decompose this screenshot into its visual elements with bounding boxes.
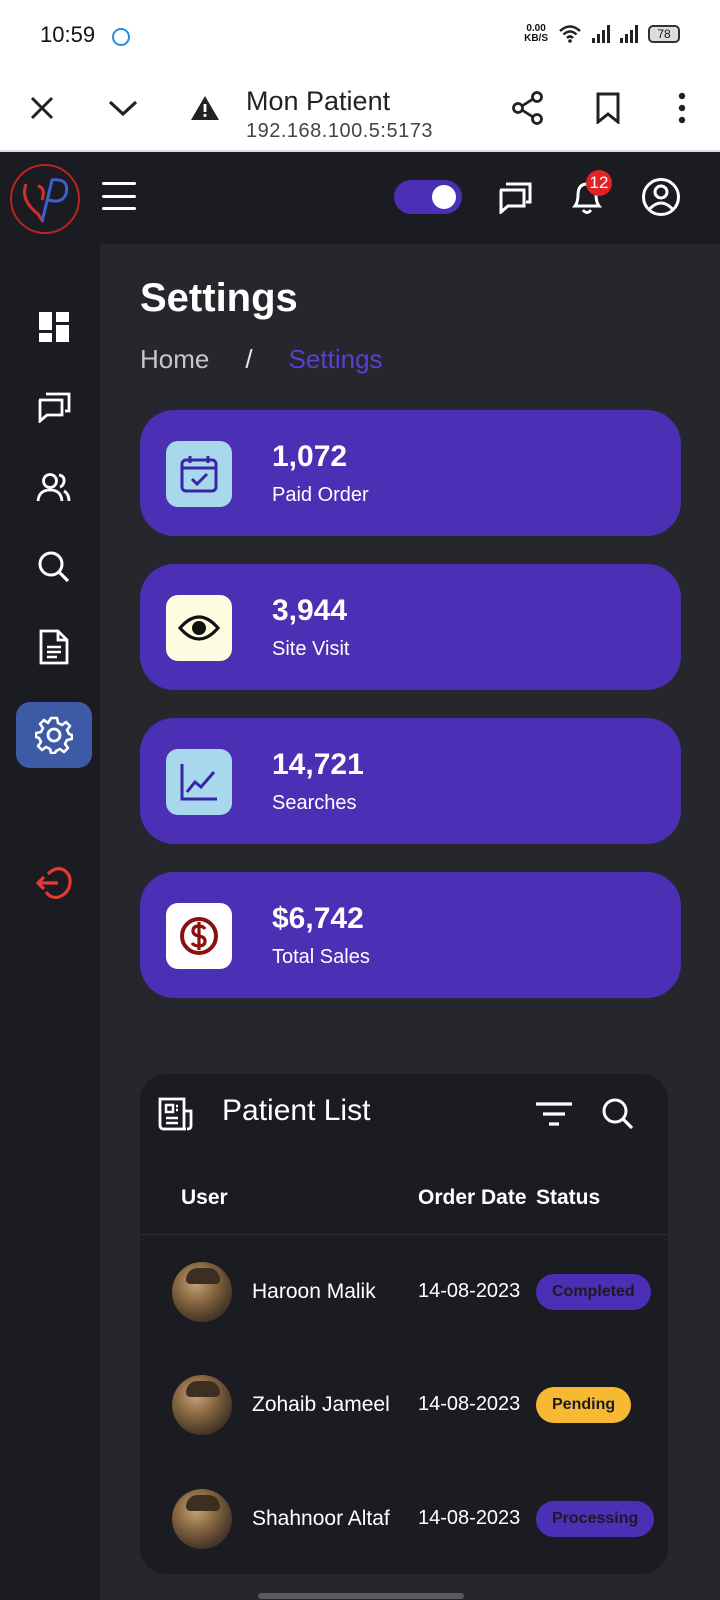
messages-icon[interactable] bbox=[492, 174, 538, 220]
document-icon bbox=[39, 629, 69, 665]
sidebar-item-logout[interactable] bbox=[16, 850, 92, 916]
sidebar-item-settings[interactable] bbox=[16, 702, 92, 768]
order-date: 14-08-2023 bbox=[418, 1280, 521, 1302]
avatar bbox=[172, 1262, 232, 1322]
stat-label: Paid Order bbox=[272, 484, 369, 506]
table-row[interactable]: Shahnoor Altaf 14-08-2023 Processing bbox=[140, 1463, 668, 1573]
calendar-check-icon bbox=[166, 441, 232, 507]
toggle-knob bbox=[432, 185, 456, 209]
stat-card-total-sales: $6,742 Total Sales bbox=[140, 872, 681, 998]
patient-name: Haroon Malik bbox=[252, 1280, 376, 1303]
status-badge: Completed bbox=[536, 1274, 651, 1310]
signal-2-icon bbox=[620, 25, 638, 43]
chat-icon bbox=[38, 392, 71, 423]
sidebar bbox=[0, 244, 100, 1600]
filter-icon[interactable] bbox=[534, 1094, 574, 1134]
header-divider bbox=[140, 1234, 668, 1235]
stat-value: 1,072 bbox=[272, 440, 348, 473]
app-logo[interactable] bbox=[10, 164, 80, 234]
patient-list-title: Patient List bbox=[222, 1094, 371, 1127]
warning-icon[interactable] bbox=[183, 86, 227, 130]
theme-toggle[interactable] bbox=[394, 180, 462, 214]
breadcrumb-current: Settings bbox=[288, 344, 383, 374]
status-badge: Processing bbox=[536, 1501, 655, 1537]
sidebar-item-search[interactable] bbox=[16, 534, 92, 600]
gear-icon bbox=[35, 716, 73, 754]
close-icon[interactable] bbox=[20, 86, 64, 130]
page-title: Settings bbox=[140, 276, 298, 320]
status-icons: 0.00 KB/S 78 bbox=[524, 24, 680, 44]
list-document-icon bbox=[156, 1094, 196, 1134]
table-row[interactable]: Zohaib Jameel 14-08-2023 Pending bbox=[140, 1349, 668, 1459]
stat-label: Searches bbox=[272, 792, 357, 814]
avatar bbox=[172, 1375, 232, 1435]
patient-name: Zohaib Jameel bbox=[252, 1393, 390, 1416]
column-header-order-date[interactable]: Order Date bbox=[418, 1186, 527, 1210]
column-header-status[interactable]: Status bbox=[536, 1186, 600, 1210]
wifi-icon bbox=[559, 25, 581, 43]
order-date: 14-08-2023 bbox=[418, 1393, 521, 1415]
menu-toggle-icon[interactable] bbox=[102, 182, 136, 210]
breadcrumb-home[interactable]: Home bbox=[140, 344, 209, 375]
stat-value: 14,721 bbox=[272, 748, 364, 781]
table-row[interactable]: Haroon Malik 14-08-2023 Completed bbox=[140, 1236, 668, 1346]
stat-card-paid-order: 1,072 Paid Order bbox=[140, 410, 681, 536]
scrollbar[interactable] bbox=[258, 1593, 464, 1599]
stat-card-site-visit: 3,944 Site Visit bbox=[140, 564, 681, 690]
sidebar-item-patients[interactable] bbox=[16, 454, 92, 520]
dollar-icon bbox=[166, 903, 232, 969]
chart-line-icon bbox=[166, 749, 232, 815]
search-icon[interactable] bbox=[598, 1094, 638, 1134]
patient-list-panel: Patient List User Order Date Status Haro… bbox=[140, 1074, 668, 1574]
logout-icon bbox=[36, 867, 72, 900]
stat-label: Site Visit bbox=[272, 638, 350, 660]
avatar bbox=[172, 1489, 232, 1549]
signal-1-icon bbox=[592, 25, 610, 43]
notification-badge: 12 bbox=[586, 170, 612, 196]
clock: 10:59 bbox=[40, 22, 96, 47]
dashboard-icon bbox=[39, 312, 69, 342]
search-icon bbox=[38, 551, 70, 583]
messenger-notification-icon bbox=[112, 28, 130, 46]
bookmark-icon[interactable] bbox=[586, 86, 630, 130]
chevron-down-icon[interactable] bbox=[101, 86, 145, 130]
sidebar-item-dashboard[interactable] bbox=[16, 294, 92, 360]
user-profile-icon[interactable] bbox=[638, 174, 684, 220]
column-header-user[interactable]: User bbox=[181, 1186, 228, 1210]
browser-toolbar: Mon Patient 192.168.100.5:5173 bbox=[0, 72, 720, 152]
eye-icon bbox=[166, 595, 232, 661]
breadcrumb: Home / Settings bbox=[140, 344, 383, 375]
sidebar-item-messages[interactable] bbox=[16, 374, 92, 440]
stat-label: Total Sales bbox=[272, 946, 370, 968]
stat-value: $6,742 bbox=[272, 902, 364, 935]
app-header: 12 bbox=[0, 152, 720, 244]
patient-name: Shahnoor Altaf bbox=[252, 1507, 390, 1530]
stat-value: 3,944 bbox=[272, 594, 348, 627]
stat-card-searches: 14,721 Searches bbox=[140, 718, 681, 844]
status-badge: Pending bbox=[536, 1387, 632, 1423]
users-icon bbox=[36, 473, 71, 502]
breadcrumb-separator: / bbox=[245, 344, 253, 374]
address-bar-url[interactable]: 192.168.100.5:5173 bbox=[246, 120, 433, 143]
share-icon[interactable] bbox=[506, 86, 550, 130]
more-menu-icon[interactable] bbox=[660, 86, 704, 130]
network-speed: 0.00 KB/S bbox=[524, 23, 548, 44]
order-date: 14-08-2023 bbox=[418, 1507, 521, 1529]
sidebar-item-documents[interactable] bbox=[16, 614, 92, 680]
battery-icon: 78 bbox=[648, 25, 680, 43]
page-tab-title: Mon Patient bbox=[246, 86, 391, 116]
system-status-bar: 10:59 0.00 KB/S 78 bbox=[0, 0, 720, 72]
